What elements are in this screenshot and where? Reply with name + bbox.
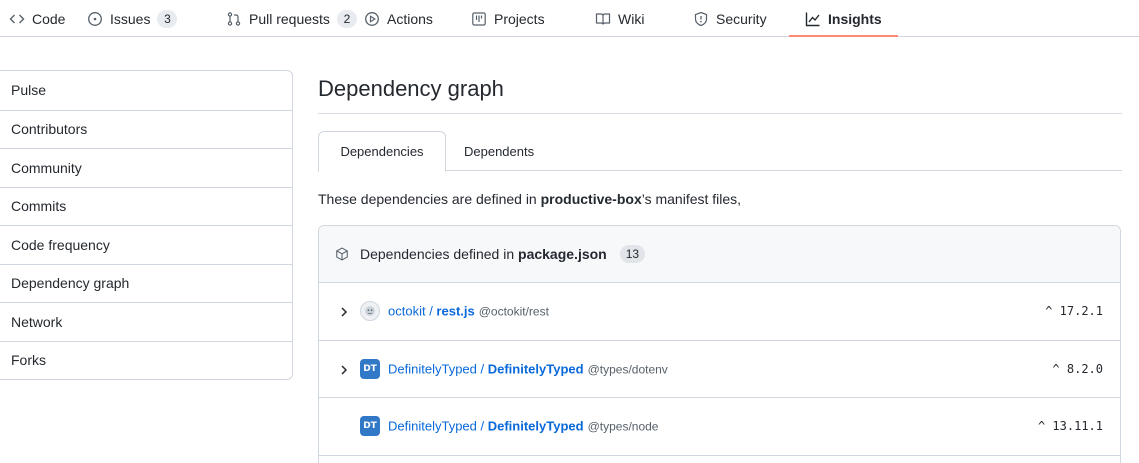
- tab-projects[interactable]: Projects: [471, 0, 545, 37]
- issues-count: 3: [157, 9, 178, 28]
- table-icon: [471, 11, 487, 27]
- sidebar-item-forks[interactable]: Forks: [0, 340, 292, 380]
- dependency-owner-link[interactable]: DefinitelyTyped: [388, 361, 477, 376]
- dependency-owner-link[interactable]: octokit: [388, 304, 426, 319]
- subtab-dependencies[interactable]: Dependencies: [318, 131, 446, 172]
- definitelytyped-avatar: DT: [360, 416, 380, 437]
- dependency-repo-link[interactable]: rest.js: [436, 304, 474, 319]
- chevron-right-icon[interactable]: [339, 305, 349, 317]
- tab-actions-label: Actions: [387, 10, 433, 27]
- insights-sidebar: Pulse Contributors Community Commits Cod…: [0, 70, 293, 380]
- manifest-header: Dependencies defined in package.json 13: [319, 226, 1120, 283]
- package-icon: [335, 247, 349, 261]
- sidebar-item-dependency-graph[interactable]: Dependency graph: [0, 263, 292, 303]
- code-icon: [9, 11, 25, 27]
- dependency-version: ^ 17.2.1: [1045, 304, 1103, 319]
- tab-pull-requests[interactable]: Pull requests 2: [226, 0, 357, 37]
- selected-tab-underline: [789, 35, 898, 37]
- sidebar-item-code-frequency[interactable]: Code frequency: [0, 225, 292, 264]
- dependency-version: ^ 13.11.1: [1037, 419, 1103, 434]
- list-item: octokit / rest.js @octokit/rest ^ 17.2.1: [319, 283, 1120, 341]
- package-name: @types/node: [587, 419, 659, 434]
- pull-requests-count: 2: [336, 9, 357, 28]
- sidebar-item-contributors[interactable]: Contributors: [0, 109, 292, 149]
- tab-issues-label: Issues: [110, 10, 151, 27]
- dependency-name: DefinitelyTyped / DefinitelyTyped @types/…: [388, 361, 668, 377]
- octocat-avatar: [360, 301, 380, 322]
- shield-icon: [693, 11, 709, 27]
- dependency-repo-link[interactable]: DefinitelyTyped: [488, 419, 584, 434]
- tab-actions[interactable]: Actions: [364, 0, 433, 37]
- tab-issues[interactable]: Issues 3: [87, 0, 178, 37]
- sidebar-item-pulse[interactable]: Pulse: [0, 71, 292, 110]
- subtab-dependents[interactable]: Dependents: [464, 131, 534, 171]
- title-divider: [318, 113, 1122, 114]
- dependency-owner-link[interactable]: DefinitelyTyped: [388, 419, 477, 434]
- manifest-description: These dependencies are defined in produc…: [318, 191, 742, 207]
- tab-pull-requests-label: Pull requests: [249, 10, 330, 27]
- page-title: Dependency graph: [318, 76, 504, 101]
- package-name: @octokit/rest: [478, 304, 549, 319]
- tab-projects-label: Projects: [494, 10, 545, 27]
- repo-nav: Code Issues 3 Pull requests 2 Actions Pr…: [0, 0, 1139, 37]
- tab-security[interactable]: Security: [693, 0, 767, 37]
- play-icon: [364, 11, 380, 27]
- graph-icon: [805, 11, 821, 27]
- package-name: @types/dotenv: [587, 362, 668, 377]
- chevron-right-icon[interactable]: [339, 363, 349, 375]
- dependency-version: ^ 8.2.0: [1052, 361, 1103, 376]
- dependency-name: DefinitelyTyped / DefinitelyTyped @types/…: [388, 418, 659, 434]
- tab-wiki[interactable]: Wiki: [595, 0, 644, 37]
- definitelytyped-avatar: DT: [360, 358, 380, 379]
- sidebar-item-network[interactable]: Network: [0, 302, 292, 341]
- tab-code-label: Code: [32, 10, 66, 27]
- tab-insights[interactable]: Insights: [805, 0, 882, 37]
- tab-code[interactable]: Code: [9, 0, 65, 37]
- sidebar-item-commits[interactable]: Commits: [0, 186, 292, 226]
- manifest-file: package.json: [518, 246, 607, 262]
- sidebar-item-community[interactable]: Community: [0, 148, 292, 187]
- manifest-title: Dependencies defined in package.json: [360, 246, 607, 262]
- dependency-repo-link[interactable]: DefinitelyTyped: [488, 361, 584, 376]
- git-pull-request-icon: [226, 11, 242, 27]
- dependency-name: octokit / rest.js @octokit/rest: [388, 303, 549, 319]
- tab-wiki-label: Wiki: [618, 10, 645, 27]
- tab-insights-label: Insights: [828, 10, 882, 27]
- issue-opened-icon: [87, 11, 103, 27]
- dependency-list: Dependencies defined in package.json 13 …: [318, 225, 1121, 463]
- repo-name: productive-box: [540, 191, 642, 207]
- list-item: DT DefinitelyTyped / DefinitelyTyped @typ…: [319, 341, 1120, 398]
- tab-security-label: Security: [716, 10, 767, 27]
- list-item: DT DefinitelyTyped / DefinitelyTyped @typ…: [319, 398, 1120, 456]
- book-icon: [595, 11, 611, 27]
- dependency-subtabs: Dependencies Dependents: [318, 131, 1122, 172]
- dependency-count: 13: [619, 245, 646, 263]
